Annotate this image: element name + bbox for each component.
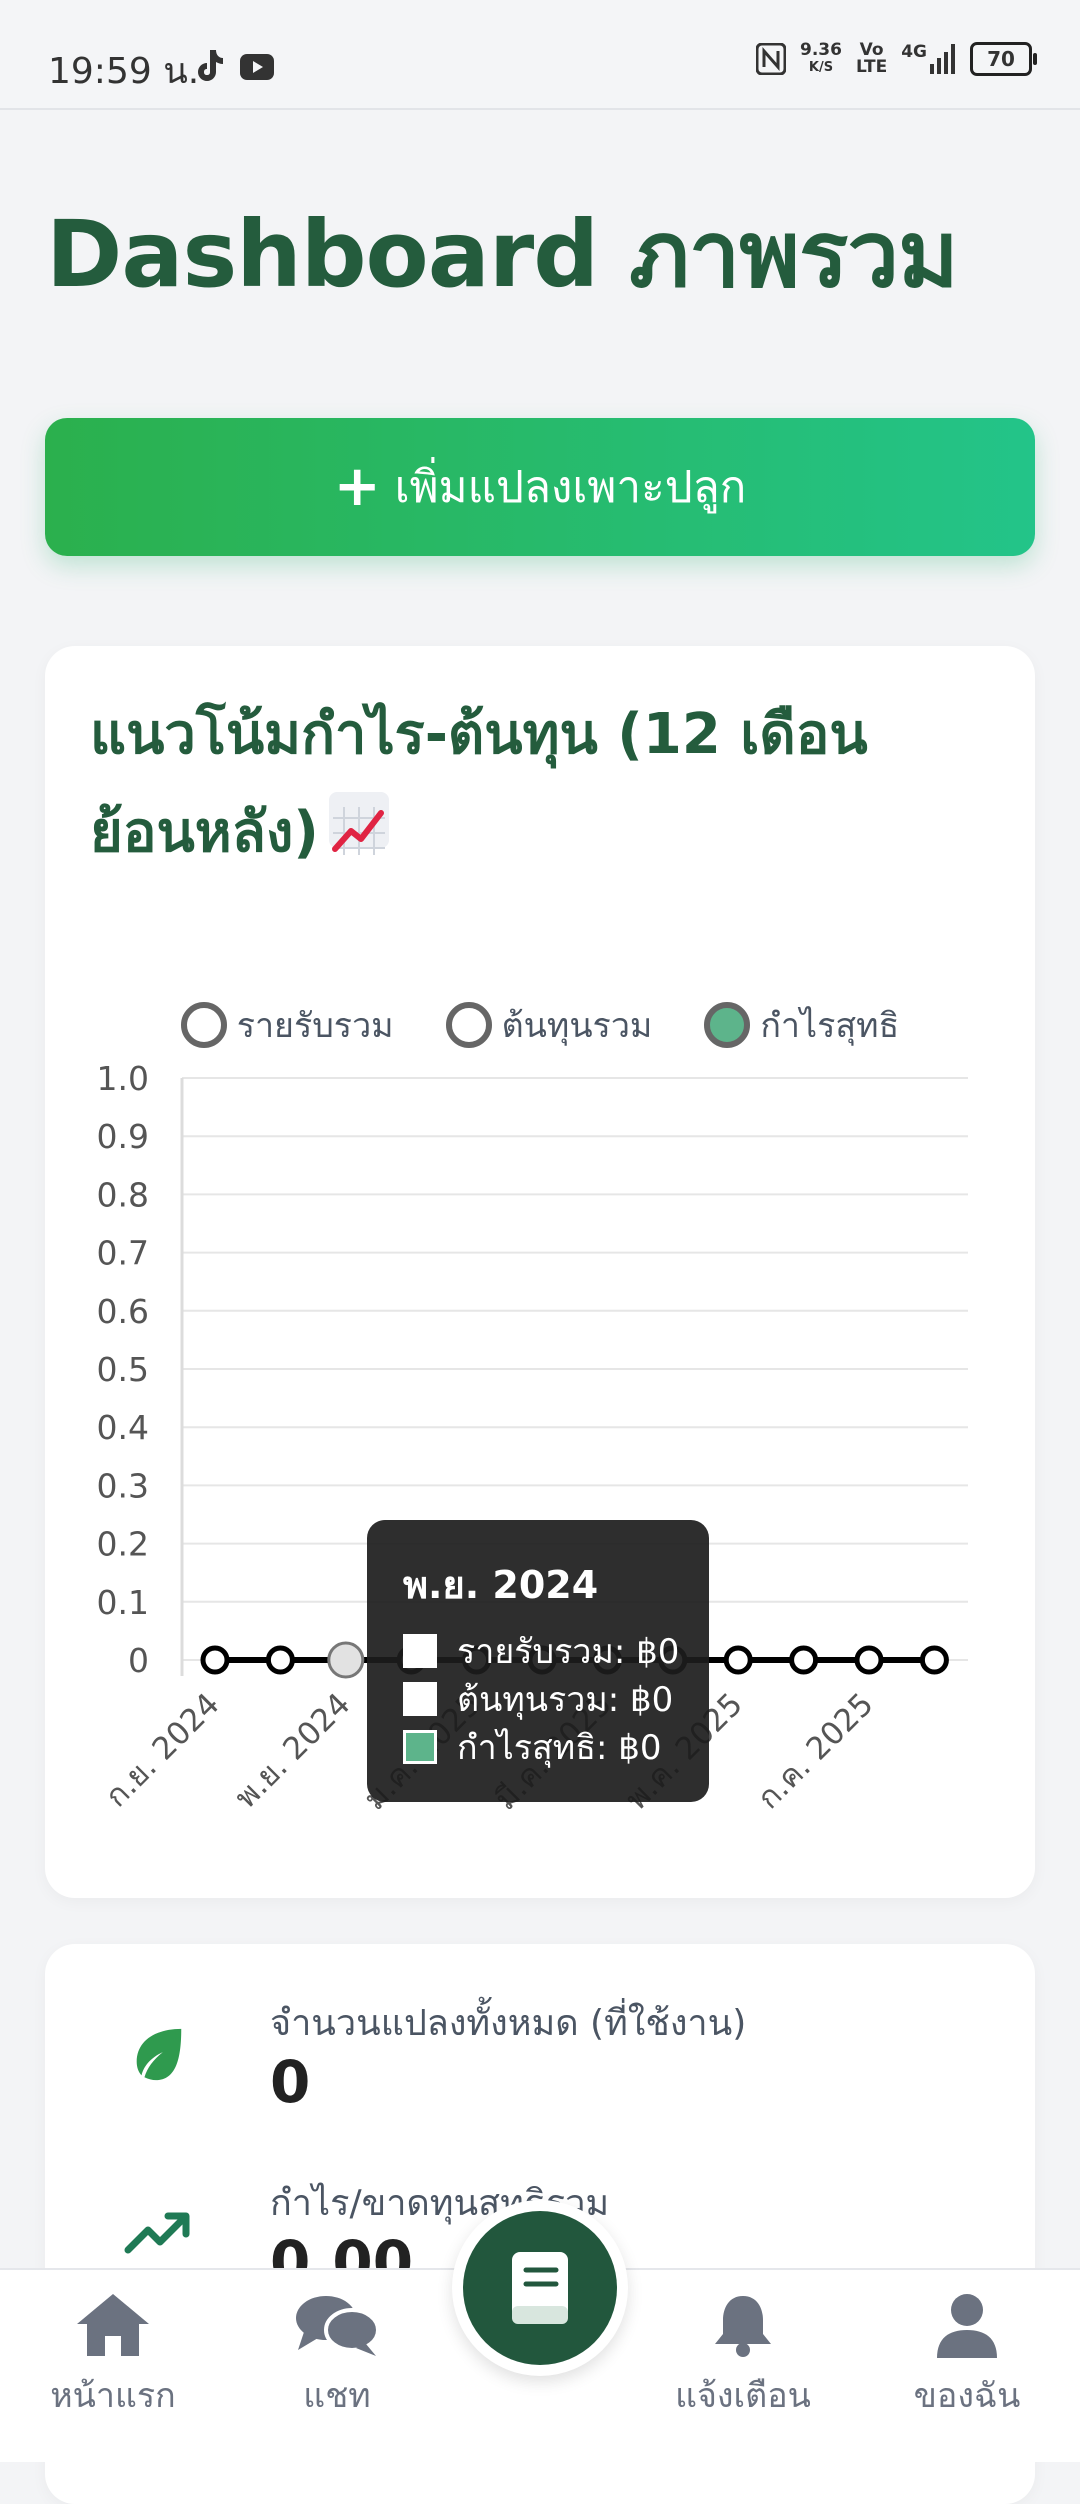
data-point: [200, 1645, 230, 1675]
nav-home-label: หน้าแรก: [50, 2376, 176, 2416]
status-right-icons: 9.36 K/S Vo LTE 4G 70: [756, 40, 1037, 77]
nav-chat-label: แชท: [303, 2376, 371, 2416]
bell-icon: [715, 2296, 771, 2357]
tooltip-row-revenue: รายรับรวม: ฿0: [403, 1624, 679, 1678]
data-point: [327, 1641, 365, 1679]
y-tick-label: 0.3: [97, 1466, 149, 1505]
status-bar: 19:59 น. 9.36 K/S Vo LTE 4G 70: [0, 0, 1080, 110]
youtube-icon: [240, 54, 274, 80]
trending-up-icon: [124, 2212, 190, 2254]
chat-icon: [296, 2296, 380, 2356]
data-point: [723, 1645, 753, 1675]
book-icon: [512, 2252, 568, 2324]
add-plot-button-label: เพิ่มแปลงเพาะปลูก: [394, 462, 747, 513]
plus-icon: +: [333, 454, 381, 519]
y-tick-label: 0.6: [97, 1292, 149, 1331]
network-speed: 9.36 K/S: [800, 40, 842, 76]
y-tick-label: 0.7: [97, 1234, 149, 1273]
nav-chat[interactable]: แชท: [257, 2292, 417, 2422]
x-tick-label: ก.ค. 2025: [751, 1686, 881, 1816]
y-tick-label: 0.5: [97, 1350, 149, 1389]
y-tick-label: 0.8: [97, 1175, 149, 1214]
y-tick-label: 0.9: [97, 1117, 149, 1156]
tooltip-row-cost: ต้นทุนรวม: ฿0: [403, 1672, 673, 1726]
battery-icon: 70: [970, 42, 1037, 76]
tooltip-row-profit: กำไรสุทธิ: ฿0: [403, 1720, 661, 1774]
y-tick-label: 1.0: [97, 1059, 149, 1098]
stat-icon-plots: [90, 1986, 226, 2122]
tooltip-title: พ.ย. 2024: [403, 1563, 599, 1607]
x-tick-label: พ.ย. 2024: [228, 1686, 357, 1815]
signal-icon: 4G: [901, 44, 956, 74]
page-title: Dashboard ภาพรวม: [46, 201, 959, 308]
tooltip-swatch: [403, 1634, 437, 1668]
home-icon: [77, 2294, 149, 2356]
y-tick-label: 0.4: [97, 1408, 149, 1447]
data-point: [789, 1645, 819, 1675]
add-plot-button[interactable]: + เพิ่มแปลงเพาะปลูก: [45, 418, 1035, 556]
nav-notifications-label: แจ้งเตือน: [675, 2376, 811, 2416]
nfc-icon: [756, 43, 787, 75]
user-icon: [937, 2294, 997, 2358]
chart-tooltip: พ.ย. 2024 รายรับรวม: ฿0 ต้นทุนรวม: ฿0 กำ…: [367, 1520, 709, 1802]
nav-home[interactable]: หน้าแรก: [33, 2292, 193, 2422]
leaf-icon: [136, 2028, 182, 2081]
tiktok-icon: [198, 50, 223, 81]
journal-fab-button[interactable]: [452, 2200, 628, 2376]
profit-cost-trend-card: แนวโน้มกำไร-ต้นทุน (12 เดือนย้อนหลัง) รา…: [45, 646, 1035, 1898]
stat-value: 0: [270, 2048, 311, 2116]
data-point: [265, 1645, 295, 1675]
nav-profile[interactable]: ของฉัน: [887, 2292, 1047, 2422]
data-point: [854, 1645, 884, 1675]
nav-profile-label: ของฉัน: [913, 2376, 1021, 2416]
status-time: 19:59 น.: [48, 51, 200, 92]
stat-label: จำนวนแปลงทั้งหมด (ที่ใช้งาน): [270, 2003, 747, 2044]
tooltip-swatch: [403, 1730, 437, 1764]
y-tick-label: 0.1: [97, 1583, 149, 1622]
volte-indicator: Vo LTE: [855, 40, 888, 77]
data-point: [919, 1645, 949, 1675]
x-tick-label: ก.ย. 2024: [98, 1686, 226, 1814]
y-tick-label: 0: [128, 1641, 149, 1680]
tooltip-swatch: [403, 1682, 437, 1716]
y-tick-label: 0.2: [97, 1525, 149, 1564]
nav-notifications[interactable]: แจ้งเตือน: [663, 2292, 823, 2422]
